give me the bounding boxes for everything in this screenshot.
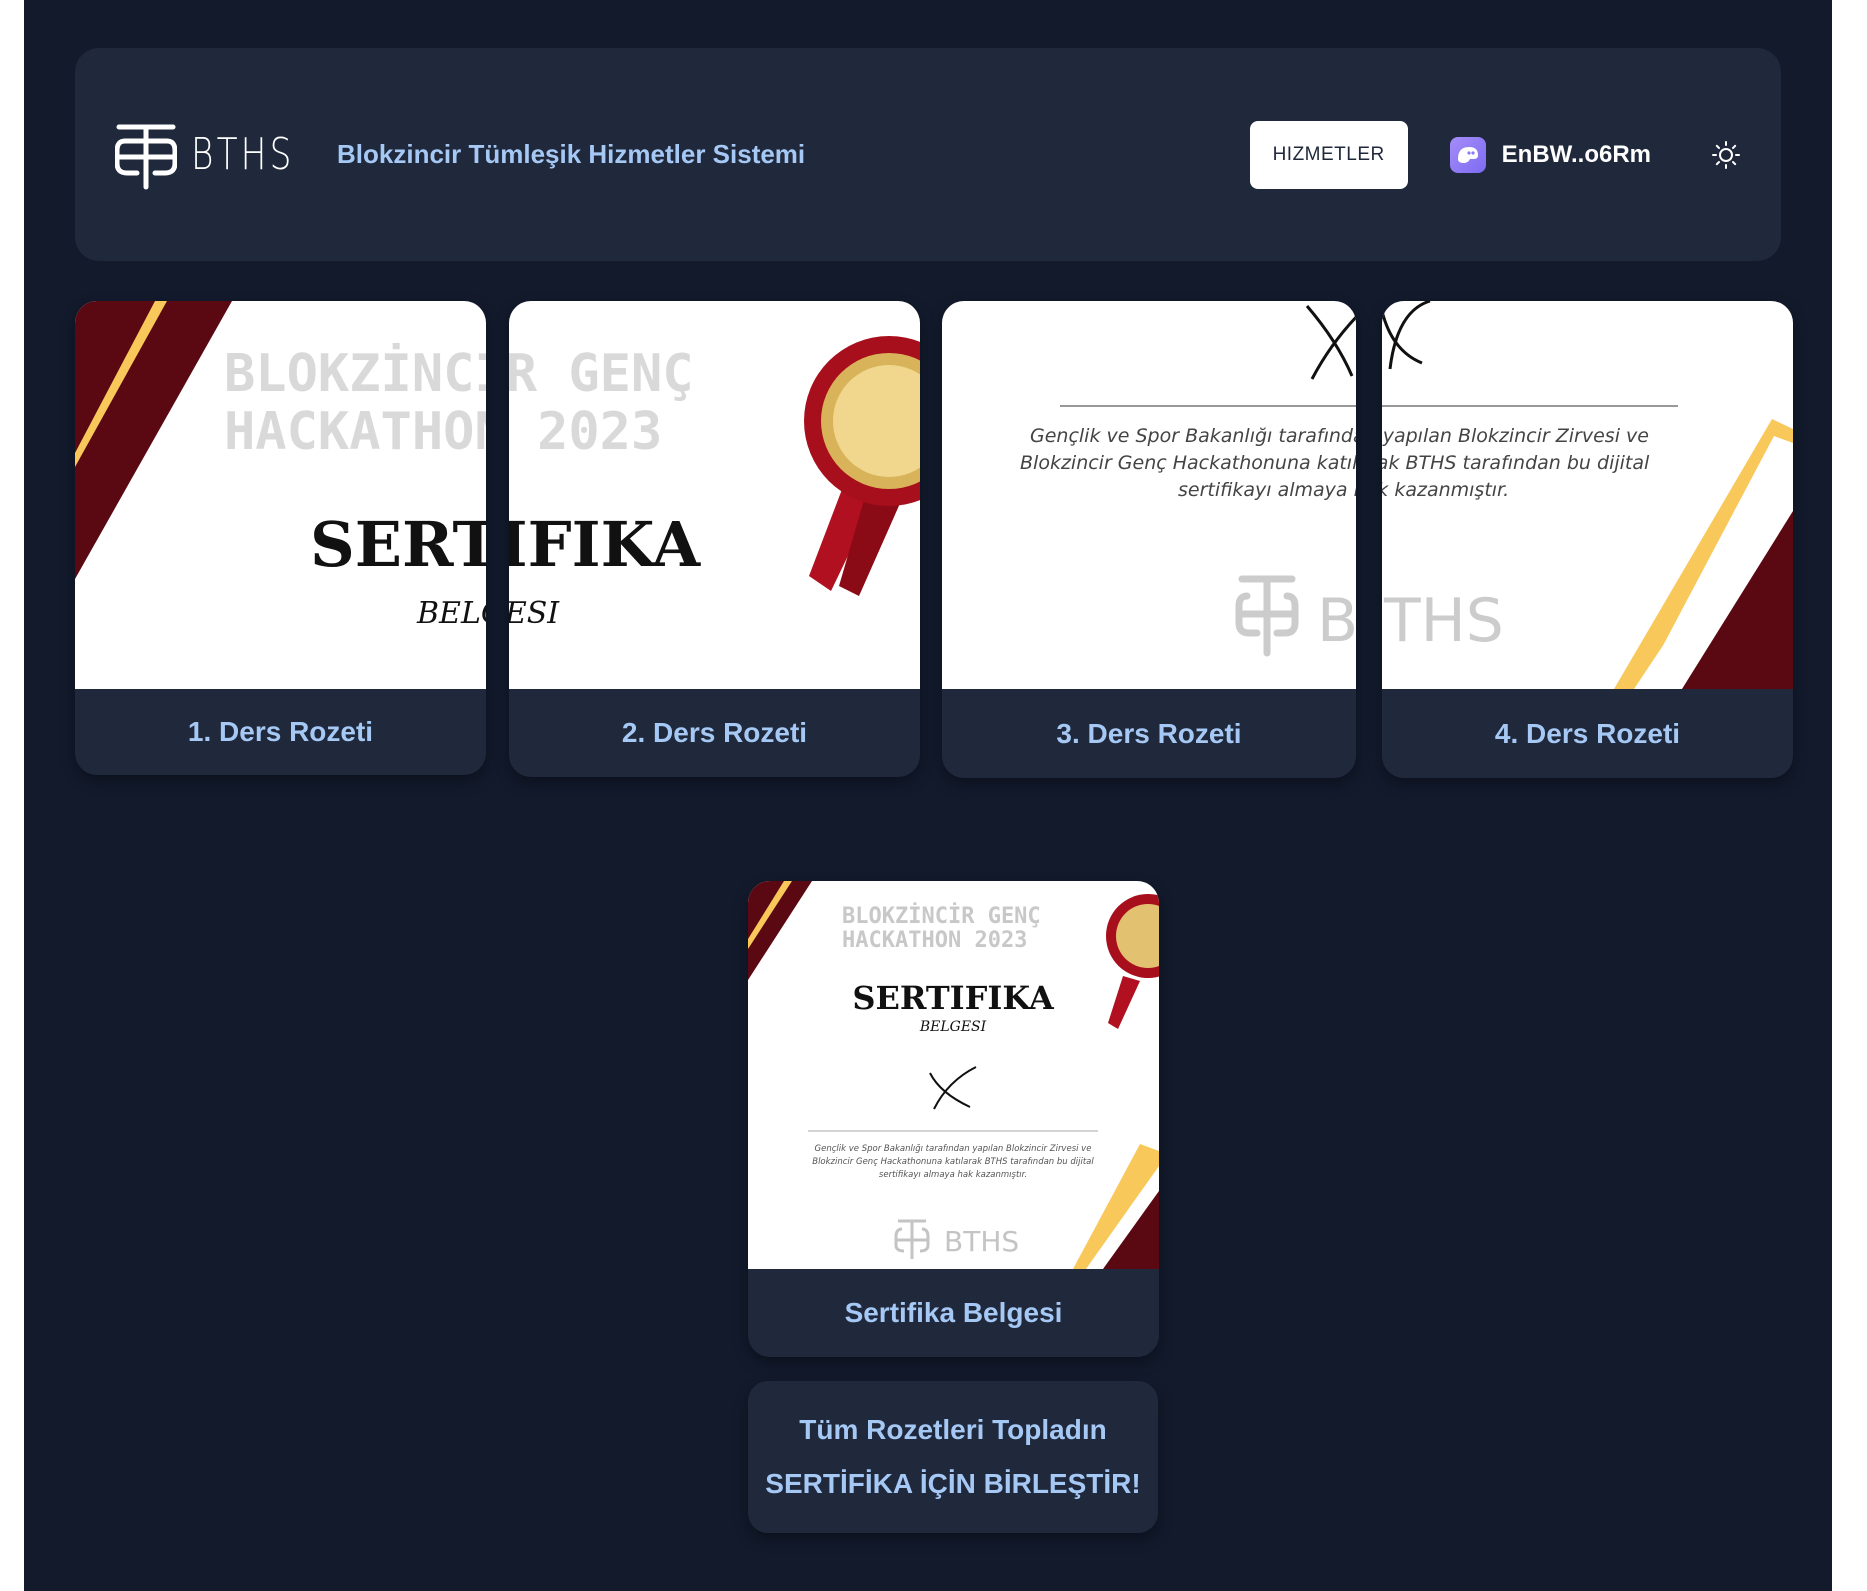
certificate-body-line2: Blokzincir Genç Hackathonuna katılarak B… [812, 1157, 1094, 1167]
badge-3-body-line3: sertifikayı almaya hak kazanmıştır. [1178, 479, 1356, 501]
badge-card-1[interactable]: BLOKZİNCİR GENÇ HACKATHON 2023 SERTIFIKA… [75, 301, 486, 775]
badge-1-image: BLOKZİNCİR GENÇ HACKATHON 2023 SERTIFIKA… [75, 301, 486, 689]
badge-2-event-line1: BLOKZİNCİR GENÇ [509, 343, 694, 404]
certificate-card[interactable]: BLOKZİNCİR GENÇ HACKATHON 2023 SERTIFIKA… [748, 881, 1159, 1357]
svg-text:THS: THS [1383, 586, 1504, 656]
badge-1-event-line1: BLOKZİNCİR GENÇ [224, 343, 486, 404]
badge-1-label: 1. Ders Rozeti [187, 716, 374, 747]
bths-logo-icon [115, 124, 177, 189]
badge-2-event-line2: HACKATHON 2023 [509, 402, 662, 462]
combine-certificate-button[interactable]: Tüm Rozetleri Topladın SERTİFİKA İÇİN Bİ… [748, 1381, 1158, 1533]
badge-card-3[interactable]: Gençlik ve Spor Bakanlığı tarafından yap… [942, 301, 1356, 778]
combine-line2: SERTİFİKA İÇİN BİRLEŞTİR! [765, 1468, 1141, 1499]
badge-4-body-line2: Blokzincir Genç Hackathonuna katılarak B… [1382, 452, 1650, 474]
certificate-label: Sertifika Belgesi [844, 1297, 1063, 1328]
badge-4-body-line1: Gençlik ve Spor Bakanlığı tarafından yap… [1382, 425, 1649, 447]
badge-3-body-line2: Blokzincir Genç Hackathonuna katılarak B… [1020, 452, 1356, 474]
phantom-wallet-icon [1449, 136, 1486, 173]
badge-1-event-line2: HACKATHON 2023 [224, 402, 486, 462]
svg-text:B: B [1317, 586, 1356, 656]
app-root: BTHS Blokzincir Tümleşik Hizmetler Siste… [24, 0, 1832, 1591]
badge-4-image: Gençlik ve Spor Bakanlığı tarafından yap… [1382, 301, 1793, 689]
badge-3-body-line1: Gençlik ve Spor Bakanlığı tarafından yap… [1030, 425, 1356, 447]
certificate-body-line1: Gençlik ve Spor Bakanlığı tarafından yap… [815, 1144, 1092, 1154]
certificate-event-line1: BLOKZİNCİR GENÇ [842, 903, 1041, 929]
certificate-footer-logo: BTHS [944, 1225, 1019, 1258]
badge-card-2[interactable]: BLOKZİNCİR GENÇ HACKATHON 2023 SERTIFIKA… [509, 301, 920, 777]
badge-2-label: 2. Ders Rozeti [621, 717, 808, 748]
app-name: Blokzincir Tümleşik Hizmetler Sistemi [337, 139, 806, 169]
badge-2-title: SERTIFIKA [509, 508, 701, 581]
logo-text: BTHS [191, 129, 295, 180]
combine-line1: Tüm Rozetleri Topladın [799, 1414, 1107, 1445]
badge-2-image: BLOKZİNCİR GENÇ HACKATHON 2023 SERTIFIKA… [509, 301, 920, 689]
bths-logo[interactable]: BTHS [115, 119, 311, 191]
wallet-button[interactable]: EnBW..o6Rm [1449, 136, 1651, 173]
badge-card-4[interactable]: Gençlik ve Spor Bakanlığı tarafından yap… [1382, 301, 1793, 778]
certificate-subtitle: BELGESI [919, 1019, 987, 1035]
badge-3-image: Gençlik ve Spor Bakanlığı tarafından yap… [942, 301, 1356, 689]
badge-1-subtitle: BELGESI [416, 596, 486, 631]
wallet-address: EnBW..o6Rm [1501, 140, 1651, 168]
badge-4-body-line3: sertifikayı almaya hak kazanmıştır. [1382, 479, 1509, 501]
sun-icon[interactable] [1711, 140, 1741, 170]
certificate-title: SERTIFIKA [852, 979, 1055, 1017]
certificate-body-line3: sertifikayı almaya hak kazanmıştır. [879, 1170, 1027, 1180]
badge-4-label: 4. Ders Rozeti [1494, 717, 1681, 749]
top-navbar: BTHS Blokzincir Tümleşik Hizmetler Siste… [75, 48, 1781, 261]
badge-2-subtitle: BELGESI [509, 596, 560, 631]
badge-1-title: SERTIFIKA [310, 508, 486, 581]
badge-3-label: 3. Ders Rozeti [1056, 717, 1242, 749]
certificate-image: BLOKZİNCİR GENÇ HACKATHON 2023 SERTIFIKA… [748, 881, 1159, 1269]
certificate-event-line2: HACKATHON 2023 [842, 928, 1027, 953]
services-button[interactable]: HIZMETLER [1249, 120, 1408, 189]
